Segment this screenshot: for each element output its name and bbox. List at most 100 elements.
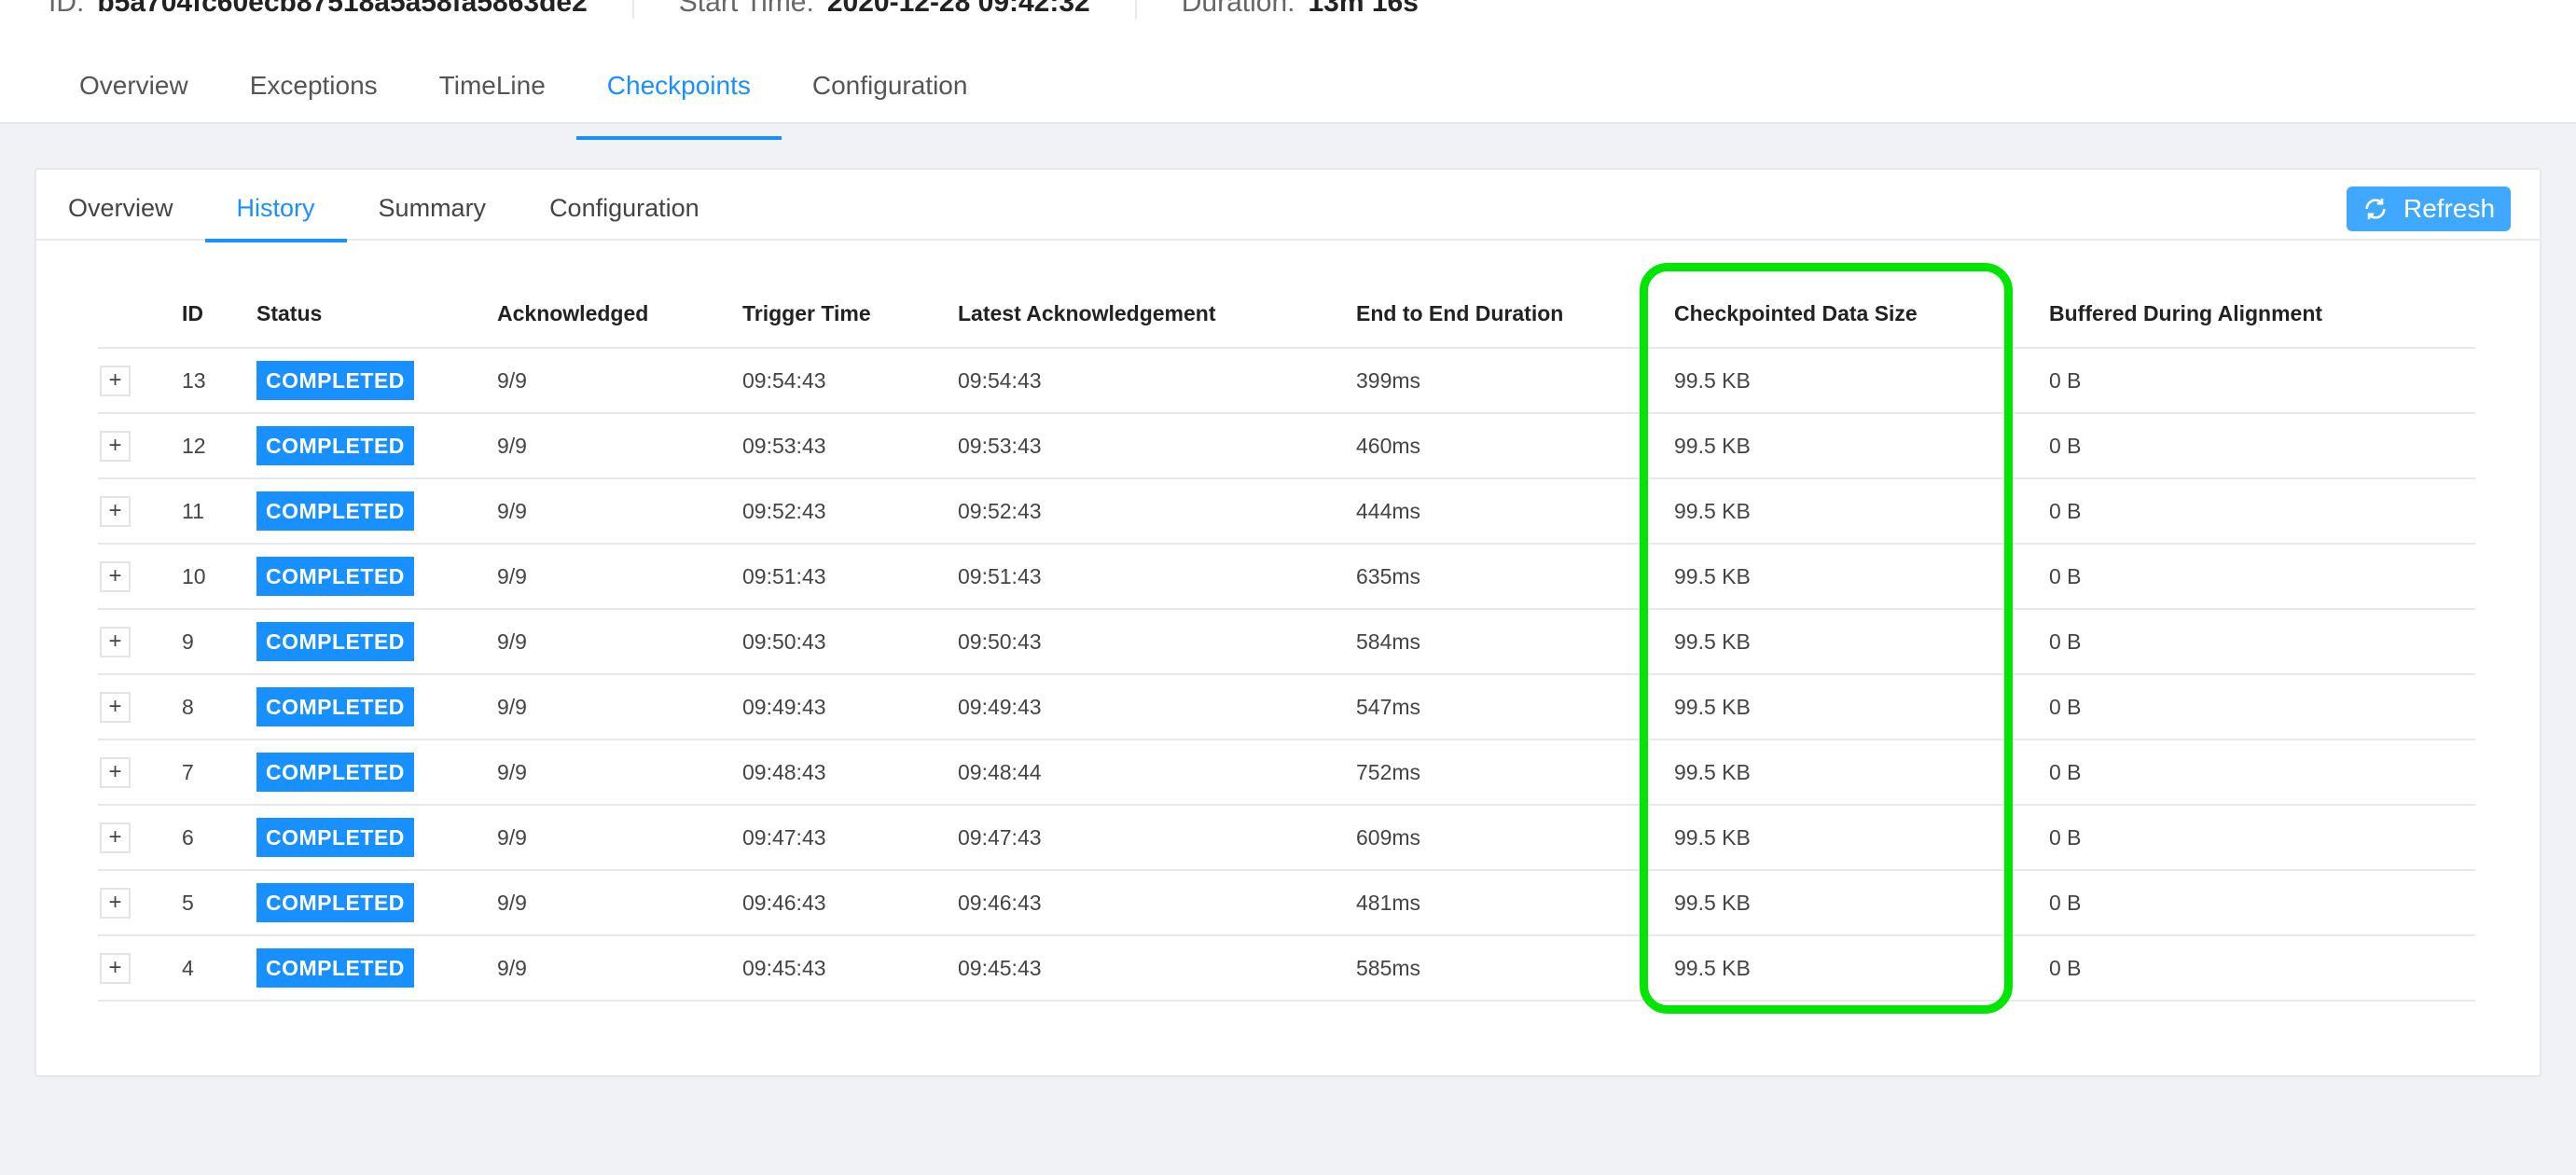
status-badge: COMPLETED [256, 948, 414, 988]
cell-size: 99.5 KB [1674, 348, 2049, 414]
refresh-button[interactable]: Refresh [2347, 187, 2511, 231]
cell-id: 4 [182, 935, 256, 1002]
cell-latest: 09:54:43 [958, 348, 1356, 414]
expand-button[interactable]: + [100, 430, 131, 462]
col-buffered: Buffered During Alignment [2049, 281, 2475, 349]
cell-size: 99.5 KB [1674, 740, 2049, 806]
expand-button[interactable]: + [100, 822, 131, 853]
expand-button[interactable]: + [100, 495, 131, 527]
cell-buffered: 0 B [2049, 609, 2475, 675]
tab-configuration[interactable]: Configuration [782, 65, 999, 124]
cell-buffered: 0 B [2049, 870, 2475, 936]
expand-cell: + [98, 870, 182, 936]
table-row: +9 COMPLETED 9/9 09:50:43 09:50:43 584ms 99.5 … [98, 609, 2475, 675]
table-row: +13 COMPLETED 9/9 09:54:43 09:54:43 399ms 99.5… [98, 348, 2475, 414]
start-time-label: Start Time: [678, 0, 814, 18]
cell-id: 9 [182, 609, 256, 675]
table-row: +12 COMPLETED 9/9 09:53:43 09:53:43 460ms 99.5… [98, 413, 2475, 479]
cell-buffered: 0 B [2049, 478, 2475, 545]
cell-size: 99.5 KB [1674, 413, 2049, 479]
cell-ack: 9/9 [497, 413, 742, 479]
table-header-row: ID Status Acknowledged Trigger Time Late… [98, 281, 2475, 349]
subtab-overview[interactable]: Overview [36, 170, 205, 241]
cell-status: COMPLETED [256, 348, 497, 414]
cell-trigger: 09:54:43 [742, 348, 958, 414]
expand-cell: + [98, 740, 182, 806]
expand-button[interactable]: + [100, 887, 131, 919]
status-badge: COMPLETED [256, 426, 414, 465]
status-badge: COMPLETED [256, 557, 414, 596]
cell-e2e: 399ms [1356, 348, 1674, 414]
cell-trigger: 09:49:43 [742, 674, 958, 740]
tab-checkpoints[interactable]: Checkpoints [575, 65, 782, 140]
status-badge: COMPLETED [256, 883, 414, 922]
cell-e2e: 460ms [1356, 413, 1674, 479]
cell-status: COMPLETED [256, 413, 497, 479]
expand-cell: + [98, 935, 182, 1002]
cell-e2e: 584ms [1356, 609, 1674, 675]
expand-col-header [98, 281, 182, 349]
cell-e2e: 635ms [1356, 544, 1674, 610]
cell-status: COMPLETED [256, 870, 497, 936]
tab-overview[interactable]: Overview [48, 65, 219, 124]
cell-latest: 09:52:43 [958, 478, 1356, 545]
expand-button[interactable]: + [100, 560, 131, 592]
subtab-summary[interactable]: Summary [347, 170, 519, 241]
table-row: +7 COMPLETED 9/9 09:48:43 09:48:44 752ms 99.5 … [98, 740, 2475, 806]
id-label: ID: [48, 0, 85, 18]
tab-exceptions[interactable]: Exceptions [219, 65, 409, 124]
cell-buffered: 0 B [2049, 544, 2475, 610]
col-id: ID [182, 281, 256, 349]
cell-e2e: 547ms [1356, 674, 1674, 740]
cell-size: 99.5 KB [1674, 935, 2049, 1002]
duration-label: Duration: [1181, 0, 1295, 18]
subtab-configuration[interactable]: Configuration [518, 170, 731, 241]
cell-buffered: 0 B [2049, 805, 2475, 871]
cell-latest: 09:51:43 [958, 544, 1356, 610]
expand-cell: + [98, 609, 182, 675]
job-meta: ID: b5a704fc60ecb87518a5a58fa5863de2 Star… [48, 0, 1508, 19]
cell-status: COMPLETED [256, 740, 497, 806]
cell-status: COMPLETED [256, 609, 497, 675]
checkpoints-card: Overview History Summary Configuration R… [35, 168, 2541, 1077]
table-row: +5 COMPLETED 9/9 09:46:43 09:46:43 481ms 99.5 … [98, 870, 2475, 936]
cell-e2e: 752ms [1356, 740, 1674, 806]
cell-size: 99.5 KB [1674, 478, 2049, 545]
cell-latest: 09:49:43 [958, 674, 1356, 740]
status-badge: COMPLETED [256, 491, 414, 531]
cell-ack: 9/9 [497, 674, 742, 740]
cell-size: 99.5 KB [1674, 870, 2049, 936]
cell-status: COMPLETED [256, 674, 497, 740]
expand-button[interactable]: + [100, 952, 131, 984]
cell-size: 99.5 KB [1674, 674, 2049, 740]
col-e2e-duration: End to End Duration [1356, 281, 1674, 349]
cell-trigger: 09:46:43 [742, 870, 958, 936]
expand-button[interactable]: + [100, 756, 131, 788]
table-row: +8 COMPLETED 9/9 09:49:43 09:49:43 547ms 99.5 … [98, 674, 2475, 740]
tab-timeline[interactable]: TimeLine [409, 65, 576, 124]
cell-latest: 09:48:44 [958, 740, 1356, 806]
expand-cell: + [98, 805, 182, 871]
start-time-value: 2020-12-28 09:42:32 [826, 0, 1090, 18]
cell-trigger: 09:45:43 [742, 935, 958, 1002]
cell-ack: 9/9 [497, 609, 742, 675]
status-badge: COMPLETED [256, 622, 414, 661]
subtab-history[interactable]: History [204, 170, 347, 242]
cell-id: 12 [182, 413, 256, 479]
expand-button[interactable]: + [100, 365, 131, 396]
job-tabs: Overview Exceptions TimeLine Checkpoints… [48, 65, 999, 140]
cell-id: 13 [182, 348, 256, 414]
table-row: +4 COMPLETED 9/9 09:45:43 09:45:43 585ms 99.5 … [98, 935, 2475, 1002]
cell-trigger: 09:53:43 [742, 413, 958, 479]
cell-ack: 9/9 [497, 740, 742, 806]
expand-button[interactable]: + [100, 626, 131, 657]
cell-status: COMPLETED [256, 544, 497, 610]
cell-trigger: 09:48:43 [742, 740, 958, 806]
cell-ack: 9/9 [497, 870, 742, 936]
cell-ack: 9/9 [497, 935, 742, 1002]
cell-e2e: 609ms [1356, 805, 1674, 871]
expand-cell: + [98, 478, 182, 545]
job-header: ID: b5a704fc60ecb87518a5a58fa5863de2 Star… [0, 0, 2576, 140]
expand-button[interactable]: + [100, 691, 131, 723]
col-status: Status [256, 281, 497, 349]
